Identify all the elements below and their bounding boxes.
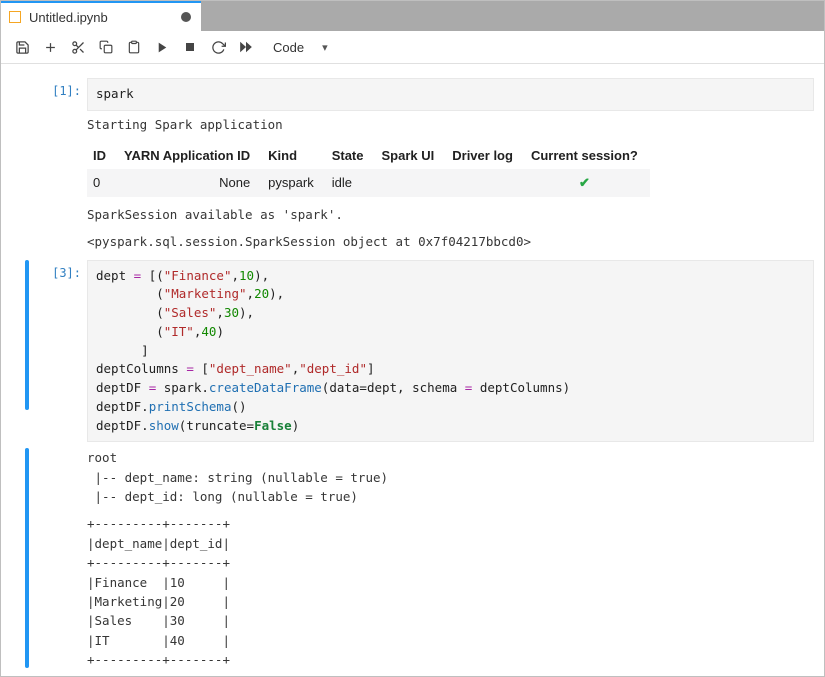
output-text: <pyspark.sql.session.SparkSession object… (87, 226, 814, 253)
notebook-icon (9, 11, 21, 23)
td-current: ✔ (525, 169, 650, 197)
restart-icon (211, 40, 226, 55)
table-header-row: ID YARN Application ID Kind State Spark … (87, 142, 650, 169)
tab-title: Untitled.ipynb (29, 10, 173, 25)
save-icon (15, 40, 30, 55)
stop-icon (184, 41, 196, 53)
celltype-label: Code (273, 40, 304, 55)
spark-app-table: ID YARN Application ID Kind State Spark … (87, 142, 650, 197)
output-text: SparkSession available as 'spark'. (87, 199, 814, 226)
cell-3: [3]: dept = [("Finance",10), ("Marketing… (1, 260, 824, 443)
td-yarn: None (118, 169, 262, 197)
cell-prompt: [3]: (29, 260, 87, 443)
check-icon: ✔ (579, 175, 590, 190)
th-yarn: YARN Application ID (118, 142, 262, 169)
cell-prompt: [1]: (29, 78, 87, 254)
runall-icon (238, 40, 254, 54)
notebook-scroll-area[interactable]: [1]: spark Starting Spark application ID… (1, 64, 824, 676)
th-driverlog: Driver log (446, 142, 525, 169)
copy-icon (99, 40, 113, 54)
cell-prompt-empty (29, 442, 87, 671)
paste-icon (127, 40, 141, 54)
notebook-toolbar: Code ▾ (1, 31, 824, 64)
dirty-indicator-icon (181, 12, 191, 22)
chevron-down-icon: ▾ (322, 41, 328, 54)
cell-gutter (1, 260, 29, 443)
output-dataframe: +---------+-------+ |dept_name|dept_id| … (87, 508, 814, 671)
code-text: spark (96, 86, 134, 101)
code-input[interactable]: spark (87, 78, 814, 111)
td-state: idle (326, 169, 376, 197)
run-icon (156, 41, 169, 54)
th-kind: Kind (262, 142, 326, 169)
run-button[interactable] (149, 34, 175, 60)
code-input[interactable]: dept = [("Finance",10), ("Marketing",20)… (87, 260, 814, 443)
add-icon (43, 40, 58, 55)
cell-gutter (1, 78, 29, 254)
th-current: Current session? (525, 142, 650, 169)
th-state: State (326, 142, 376, 169)
interrupt-button[interactable] (177, 34, 203, 60)
paste-button[interactable] (121, 34, 147, 60)
output-text: Starting Spark application (87, 111, 814, 136)
tab-bar: Untitled.ipynb (1, 1, 824, 31)
cut-button[interactable] (65, 34, 91, 60)
copy-button[interactable] (93, 34, 119, 60)
td-kind: pyspark (262, 169, 326, 197)
td-sparkui (376, 169, 447, 197)
th-id: ID (87, 142, 118, 169)
th-sparkui: Spark UI (376, 142, 447, 169)
insert-cell-button[interactable] (37, 34, 63, 60)
restart-button[interactable] (205, 34, 231, 60)
cell-gutter (1, 442, 29, 671)
run-all-button[interactable] (233, 34, 259, 60)
td-id: 0 (87, 169, 118, 197)
jupyterlab-window: Untitled.ipynb (0, 0, 825, 677)
save-button[interactable] (9, 34, 35, 60)
cut-icon (71, 40, 86, 55)
celltype-select[interactable]: Code ▾ (273, 40, 328, 55)
td-driverlog (446, 169, 525, 197)
output-html-table: ID YARN Application ID Kind State Spark … (87, 136, 814, 199)
table-row: 0 None pyspark idle ✔ (87, 169, 650, 197)
tab-untitled[interactable]: Untitled.ipynb (1, 1, 201, 31)
cell-3-output: root |-- dept_name: string (nullable = t… (1, 442, 824, 671)
output-schema: root |-- dept_name: string (nullable = t… (87, 442, 814, 508)
cell-1: [1]: spark Starting Spark application ID… (1, 78, 824, 254)
